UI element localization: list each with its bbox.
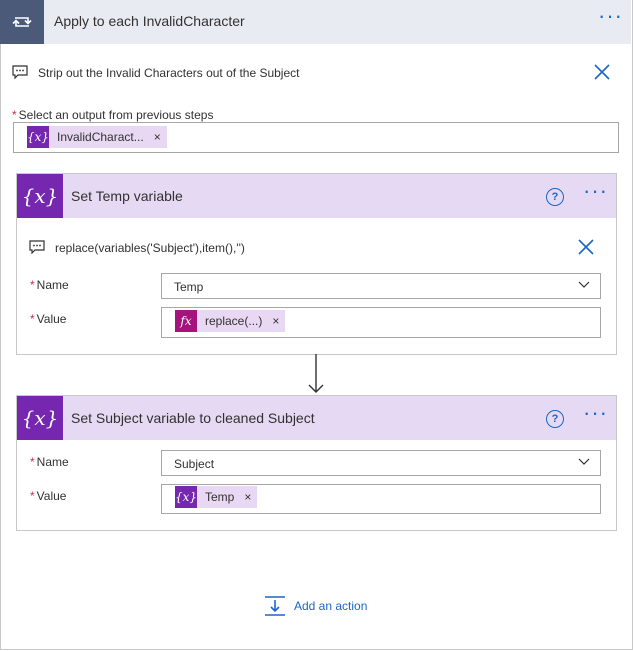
help-button[interactable]: ? xyxy=(546,410,564,428)
value-label: * Value xyxy=(30,489,66,503)
select-output-label-text: Select an output from previous steps xyxy=(18,108,214,122)
name-dropdown[interactable]: Temp xyxy=(161,273,601,299)
set-temp-comment-text: replace(variables('Subject'),item(),'') xyxy=(55,241,245,255)
set-subject-variable-card: {x} Set Subject variable to cleaned Subj… xyxy=(16,395,617,531)
set-subject-variable-title: Set Subject variable to cleaned Subject xyxy=(71,410,315,426)
close-comment-button[interactable] xyxy=(577,238,595,256)
value-label-text: Value xyxy=(36,489,67,503)
variable-icon: {x} xyxy=(27,126,49,148)
variable-icon: {x} xyxy=(17,174,63,218)
name-dropdown-value: Subject xyxy=(174,457,215,471)
set-subject-variable-header[interactable]: {x} Set Subject variable to cleaned Subj… xyxy=(17,396,616,440)
required-marker: * xyxy=(30,455,35,469)
loop-comment-text: Strip out the Invalid Characters out of … xyxy=(38,66,300,80)
close-icon xyxy=(594,64,610,80)
required-marker: * xyxy=(30,312,35,326)
required-marker: * xyxy=(12,108,17,122)
comment-icon xyxy=(29,240,45,259)
set-temp-variable-card: {x} Set Temp variable ? ··· replace(vari… xyxy=(16,173,617,355)
remove-token-button[interactable]: × xyxy=(240,490,257,504)
loop-header[interactable]: Apply to each InvalidCharacter ··· xyxy=(0,0,631,44)
set-temp-variable-header[interactable]: {x} Set Temp variable ? ··· xyxy=(17,174,616,218)
add-action-icon xyxy=(265,596,285,616)
loop-title: Apply to each InvalidCharacter xyxy=(54,13,245,29)
set-temp-variable-title: Set Temp variable xyxy=(71,188,183,204)
name-dropdown-value: Temp xyxy=(174,280,204,294)
comment-icon xyxy=(12,65,28,84)
replace-expression-token[interactable]: fx replace(...) × xyxy=(175,310,286,332)
remove-token-button[interactable]: × xyxy=(268,314,285,328)
variable-icon: {x} xyxy=(175,486,197,508)
loop-more-options-button[interactable]: ··· xyxy=(598,5,623,27)
name-dropdown[interactable]: Subject xyxy=(161,450,601,476)
chevron-down-icon xyxy=(578,281,590,288)
required-marker: * xyxy=(30,278,35,292)
add-action-button[interactable]: Add an action xyxy=(264,596,367,616)
token-label: replace(...) xyxy=(205,314,263,328)
loop-icon xyxy=(0,0,44,44)
token-label: InvalidCharact... xyxy=(57,130,144,144)
expression-icon: fx xyxy=(175,310,197,332)
name-label-text: Name xyxy=(36,278,69,292)
select-output-label: * Select an output from previous steps xyxy=(12,108,213,122)
close-icon xyxy=(578,239,594,255)
token-label: Temp xyxy=(205,490,235,504)
invalidcharacter-token[interactable]: {x} InvalidCharact... × xyxy=(27,126,167,148)
value-label-text: Value xyxy=(36,312,67,326)
variable-icon: {x} xyxy=(17,396,63,440)
set-subject-more-options-button[interactable]: ··· xyxy=(583,402,608,424)
connector-arrow xyxy=(307,354,325,401)
add-action-label: Add an action xyxy=(294,599,368,613)
name-label: * Name xyxy=(30,455,69,469)
set-temp-more-options-button[interactable]: ··· xyxy=(583,180,608,202)
temp-variable-token[interactable]: {x} Temp × xyxy=(175,486,258,508)
value-label: * Value xyxy=(30,312,66,326)
required-marker: * xyxy=(30,489,35,503)
name-label-text: Name xyxy=(36,455,69,469)
chevron-down-icon xyxy=(578,458,590,465)
help-button[interactable]: ? xyxy=(546,188,564,206)
remove-token-button[interactable]: × xyxy=(150,130,167,144)
name-label: * Name xyxy=(30,278,69,292)
close-comment-button[interactable] xyxy=(593,63,611,81)
